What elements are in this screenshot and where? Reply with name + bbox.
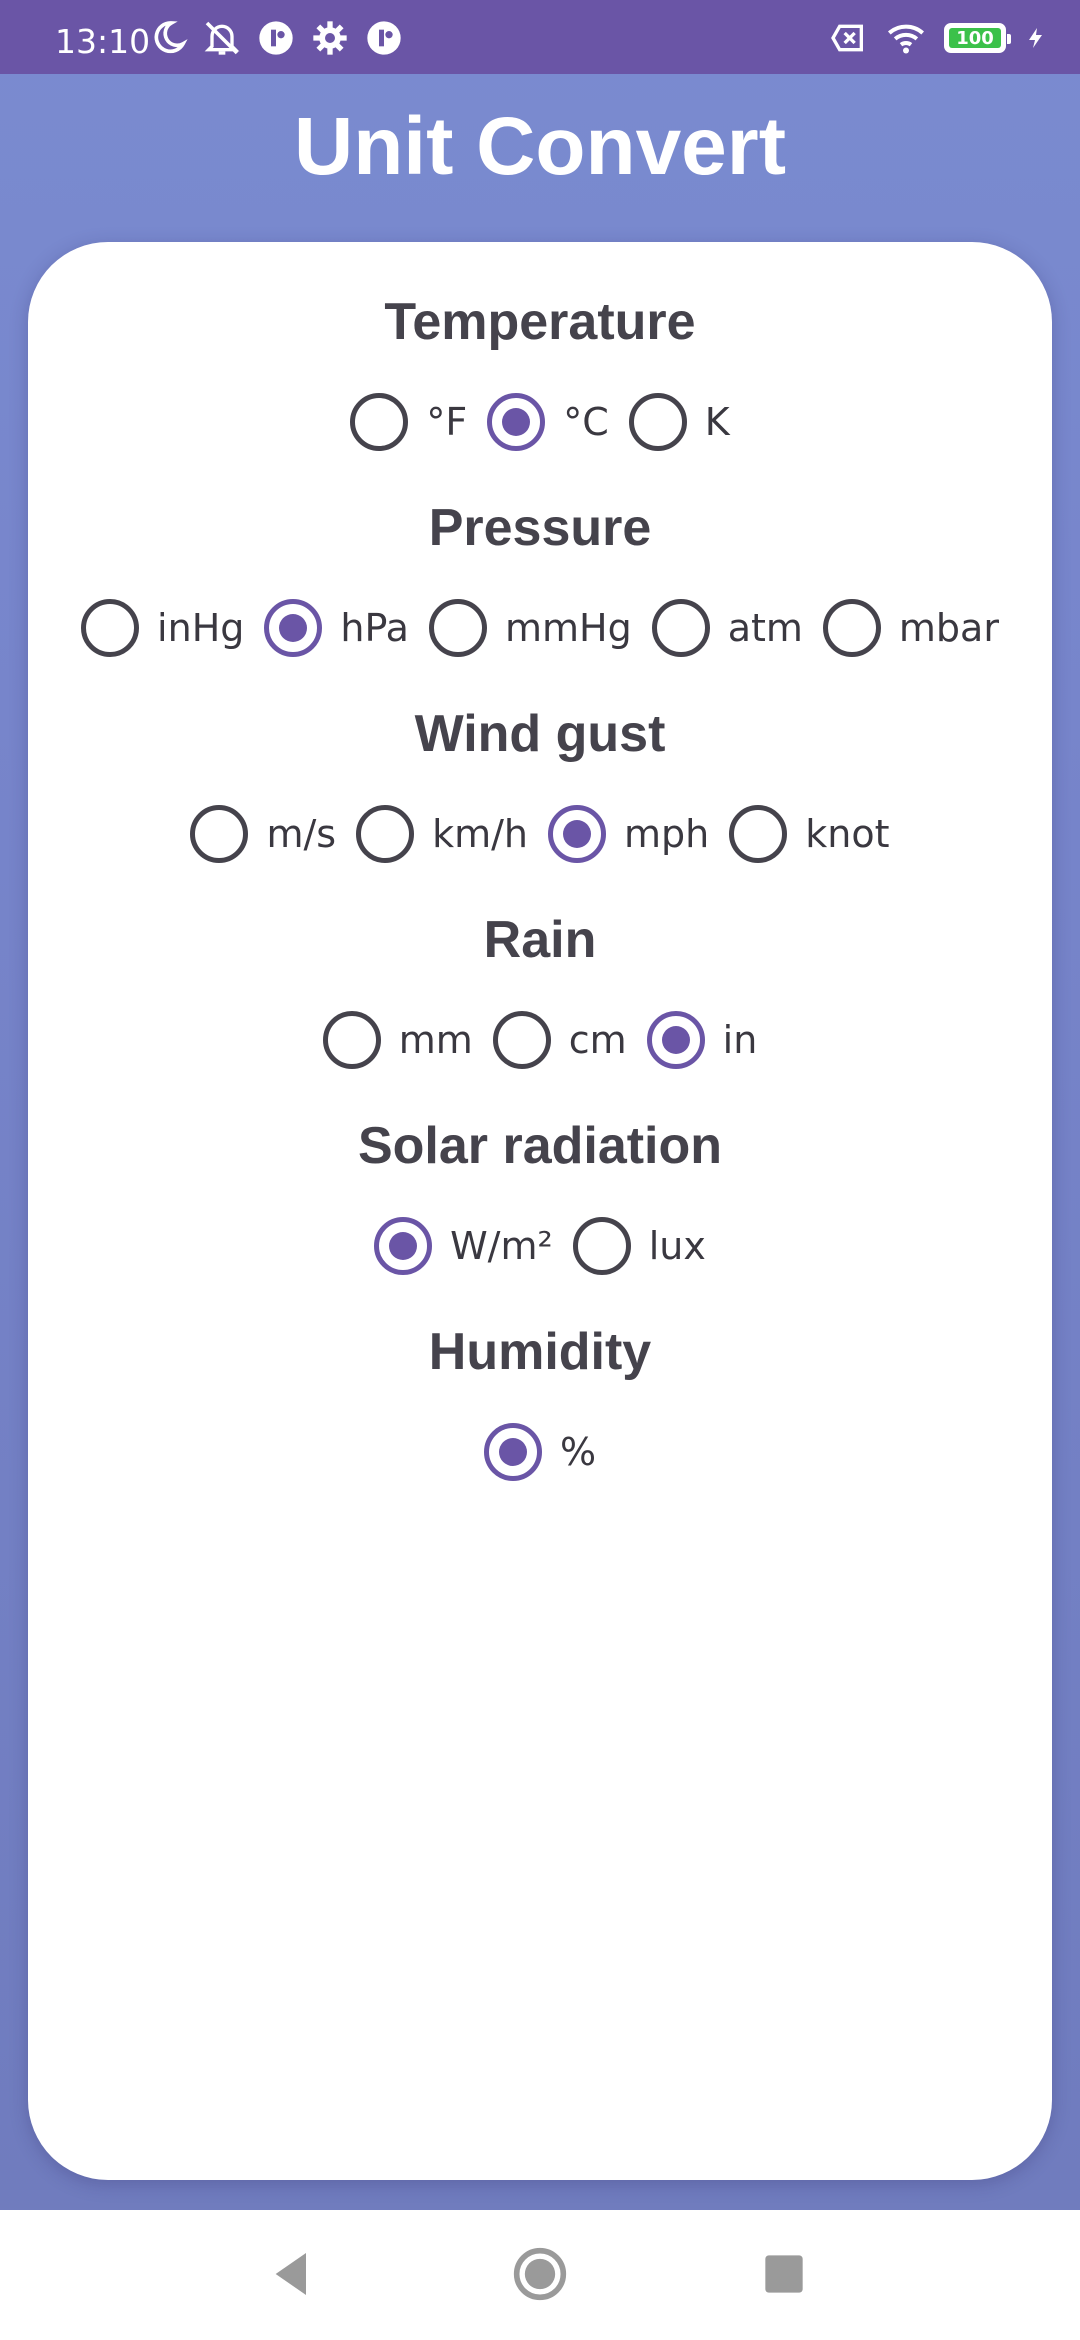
bell-muted-icon <box>202 18 242 58</box>
radio-label: mbar <box>898 606 999 650</box>
radio-label: mm <box>398 1018 473 1062</box>
radio-label: % <box>559 1430 597 1474</box>
radio-option-hpa[interactable]: hPa <box>264 599 409 657</box>
radio-button[interactable] <box>492 1011 551 1069</box>
battery-icon: 100 <box>944 23 1011 53</box>
radio-label: °F <box>426 400 468 444</box>
radio-label: cm <box>568 1018 627 1062</box>
radio-option-kelvin[interactable]: K <box>628 393 730 451</box>
radio-option-mm[interactable]: mm <box>322 1011 473 1069</box>
app-badge-icon <box>256 18 296 58</box>
radio-button[interactable] <box>190 805 249 863</box>
radio-option-fahrenheit[interactable]: °F <box>350 393 467 451</box>
wifi-icon <box>886 18 926 58</box>
radio-option-wm2[interactable]: W/m² <box>374 1217 553 1275</box>
radio-option-atm[interactable]: atm <box>651 599 803 657</box>
radio-label: hPa <box>340 606 409 650</box>
radio-button-selected[interactable] <box>487 393 546 451</box>
radio-button[interactable] <box>322 1011 381 1069</box>
radio-option-percent[interactable]: % <box>483 1423 597 1481</box>
radio-group-solar-radiation: W/m² lux <box>28 1217 1052 1275</box>
charging-bolt-icon <box>1024 18 1048 58</box>
radio-button-selected[interactable] <box>483 1423 542 1481</box>
radio-button[interactable] <box>350 393 409 451</box>
radio-option-inhg[interactable]: inHg <box>81 599 244 657</box>
home-icon[interactable] <box>512 2246 568 2302</box>
radio-label: K <box>704 400 730 444</box>
back-icon[interactable] <box>264 2246 320 2302</box>
app-title: Unit Convert <box>294 101 786 192</box>
radio-label: inHg <box>157 606 245 650</box>
radio-button[interactable] <box>81 599 140 657</box>
radio-option-knot[interactable]: knot <box>729 805 890 863</box>
radio-label: atm <box>727 606 803 650</box>
recents-icon[interactable] <box>756 2246 812 2302</box>
radio-button[interactable] <box>628 393 687 451</box>
status-bar: 13:10 100 <box>0 0 1080 74</box>
settings-gear-icon <box>310 18 350 58</box>
radio-label: W/m² <box>450 1224 553 1268</box>
section-title-humidity: Humidity <box>428 1323 652 1381</box>
radio-group-wind-gust: m/s km/h mph knot <box>28 805 1052 863</box>
moon-icon <box>148 18 188 58</box>
radio-option-cm[interactable]: cm <box>492 1011 627 1069</box>
radio-option-mbar[interactable]: mbar <box>822 599 999 657</box>
section-title-wind-gust: Wind gust <box>414 705 666 763</box>
battery-cap <box>1007 34 1011 44</box>
radio-button[interactable] <box>428 599 487 657</box>
status-left-icons <box>148 18 404 58</box>
no-sim-icon <box>828 18 868 58</box>
radio-button-selected[interactable] <box>548 805 607 863</box>
units-card: Temperature °F °C K Pressure inHg hPa mm… <box>28 242 1052 2180</box>
status-time: 13:10 <box>55 22 151 61</box>
section-title-temperature: Temperature <box>384 293 696 351</box>
radio-button-selected[interactable] <box>646 1011 705 1069</box>
radio-button[interactable] <box>356 805 415 863</box>
navigation-bar <box>0 2210 1080 2340</box>
section-title-solar-radiation: Solar radiation <box>357 1117 723 1175</box>
radio-label: mmHg <box>504 606 632 650</box>
radio-option-in[interactable]: in <box>646 1011 758 1069</box>
radio-label: km/h <box>432 812 529 856</box>
radio-option-lux[interactable]: lux <box>572 1217 706 1275</box>
radio-group-rain: mm cm in <box>28 1011 1052 1069</box>
radio-option-celsius[interactable]: °C <box>487 393 609 451</box>
battery-level: 100 <box>949 28 1001 49</box>
radio-label: m/s <box>266 812 337 856</box>
radio-option-mph[interactable]: mph <box>548 805 709 863</box>
radio-label: lux <box>648 1224 706 1268</box>
radio-label: mph <box>624 812 710 856</box>
radio-button-selected[interactable] <box>264 599 323 657</box>
radio-button-selected[interactable] <box>374 1217 433 1275</box>
status-right-icons: 100 <box>828 18 1048 58</box>
radio-label: in <box>722 1018 758 1062</box>
radio-group-temperature: °F °C K <box>28 393 1052 451</box>
section-title-rain: Rain <box>483 911 597 969</box>
radio-button[interactable] <box>822 599 881 657</box>
radio-group-humidity: % <box>28 1423 1052 1481</box>
radio-group-pressure: inHg hPa mmHg atm mbar <box>28 599 1052 657</box>
radio-label: knot <box>805 812 890 856</box>
radio-option-ms[interactable]: m/s <box>190 805 336 863</box>
radio-option-mmhg[interactable]: mmHg <box>428 599 632 657</box>
radio-button[interactable] <box>572 1217 631 1275</box>
section-title-pressure: Pressure <box>428 499 652 557</box>
radio-button[interactable] <box>651 599 710 657</box>
radio-option-kmh[interactable]: km/h <box>356 805 528 863</box>
app-badge-icon <box>364 18 404 58</box>
radio-button[interactable] <box>729 805 788 863</box>
radio-label: °C <box>563 400 609 444</box>
